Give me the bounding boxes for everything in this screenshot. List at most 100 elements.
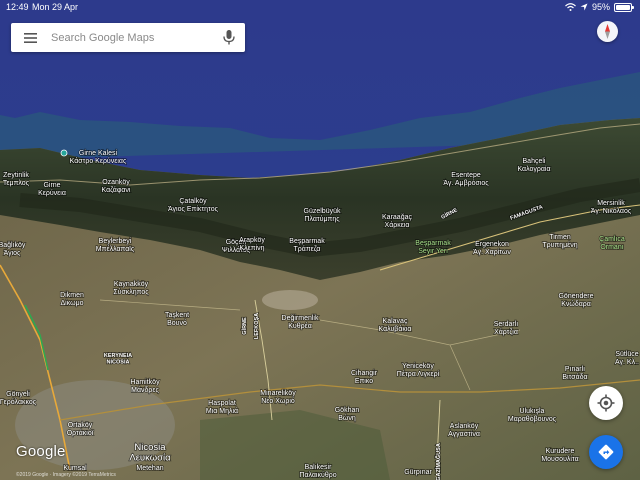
place-name-greek: Καλογραία <box>517 165 550 173</box>
place-label[interactable]: Güzelbüyük Πλατύμπης <box>303 207 342 224</box>
place-name: Haspolat <box>208 400 236 407</box>
place-name-greek: Κερύνεια <box>38 189 66 197</box>
place-label[interactable]: Beşparmak Τράπεζα <box>288 237 326 254</box>
place-name: KERYNEIA <box>104 353 132 359</box>
place-label[interactable]: Kumsal <box>63 464 88 473</box>
place-name: Zeytinlik <box>3 172 29 179</box>
place-label[interactable]: Aslanköy Αγγαστίνα <box>447 422 480 439</box>
place-name-greek: Αγγαστίνα <box>448 430 480 438</box>
place-name: Ergenekon <box>475 241 509 248</box>
place-label[interactable]: Gürpınar <box>403 468 433 477</box>
place-label[interactable]: Kurudere Μουσουλίτα <box>541 447 580 464</box>
place-name-greek: Βώνη <box>338 414 356 422</box>
place-name: Kumsal <box>63 465 87 472</box>
place-name-greek: Χάρτζια <box>494 328 518 336</box>
place-label[interactable]: Nicosia Λευκωσία <box>129 441 172 464</box>
battery-icon <box>614 2 634 12</box>
status-time: 12:49 <box>6 2 29 12</box>
place-label[interactable]: Beylerbeyi Μπέλλαπαϊς <box>95 237 136 254</box>
place-name: Beylerbeyi <box>99 238 132 245</box>
place-name: Kurudere <box>546 448 575 455</box>
google-logo: Google <box>16 443 66 460</box>
place-label[interactable]: Sütlüce Αγ. Κλ.. <box>614 350 640 367</box>
place-name-greek: Αγ. Κλ.. <box>615 359 639 366</box>
satellite-map[interactable]: Girne Kalesi Κάστρο Κερύνειας Zeytinlik Τεμ… <box>0 0 640 480</box>
place-name: Metehan <box>136 465 163 472</box>
place-name: Kalavaç <box>383 318 408 325</box>
place-label[interactable]: Gökhan Βώνη <box>334 406 360 423</box>
place-name-greek: Κυθρέα <box>288 322 312 330</box>
battery-percent: 95% <box>591 2 610 12</box>
place-label[interactable]: Minareliköy Νέο Χωριό <box>259 389 296 406</box>
map-copyright: ©2019 Google · Imagery ©2019 TerraMetric… <box>16 472 116 478</box>
search-bar[interactable] <box>11 23 245 52</box>
place-name: Balıkesir <box>305 464 333 471</box>
place-label[interactable]: LEFKOŞA <box>253 312 261 340</box>
place-name-greek: Μια Μηλιά <box>206 407 238 415</box>
place-name-greek: Λευκωσία <box>129 453 171 464</box>
place-name: Yeniceköy <box>402 363 434 370</box>
place-name-greek: Μουσουλίτα <box>541 455 578 463</box>
place-label[interactable]: Arapköy Κλεπίνη <box>238 236 266 253</box>
place-name: Beşparmak <box>289 238 325 245</box>
place-name-greek: Άγιος Επίκτητος <box>168 205 219 213</box>
place-label[interactable]: Hamitköy Μάνδρες <box>130 378 161 395</box>
place-name: Esentepe <box>451 172 481 179</box>
my-location-button[interactable] <box>589 386 623 420</box>
place-label[interactable]: Ozanköy Καζάφανι <box>101 178 132 195</box>
place-name: Nicosia <box>134 442 166 453</box>
poi-marker-icon[interactable] <box>60 149 68 157</box>
place-name: Aslanköy <box>450 423 479 430</box>
place-name: Gönendere <box>558 293 593 300</box>
place-name-greek: Μπέλλαπαϊς <box>96 245 135 253</box>
place-label[interactable]: Zeytinlik Τεμπλος <box>2 171 30 188</box>
place-label[interactable]: Kalavaç Καλυβάκια <box>378 317 413 334</box>
quarry <box>262 290 318 310</box>
place-label[interactable]: Serdarlı Χάρτζια <box>493 320 519 337</box>
place-name-greek: NICOSIA <box>107 360 130 366</box>
place-label[interactable]: Taşkent Βουνό <box>164 311 190 328</box>
place-name: Güzelbüyük <box>304 208 341 215</box>
place-name: Arapköy <box>239 237 265 244</box>
place-name: Gönyeli <box>6 391 30 398</box>
place-label[interactable]: Metehan <box>136 464 165 473</box>
microphone-icon[interactable] <box>221 29 237 46</box>
place-name: Cihangir <box>351 370 378 377</box>
compass-icon <box>605 24 610 39</box>
place-name: Ulukışla <box>520 408 545 415</box>
place-label[interactable]: Gönendere Κνώδαρα <box>558 292 595 309</box>
place-label[interactable]: Yeniceköy Πέτρα Λιγκερί <box>396 362 440 379</box>
place-name: GAZİMAĞUSA <box>434 443 442 480</box>
place-label[interactable]: GİRNE <box>240 316 249 335</box>
compass-button[interactable] <box>597 21 618 42</box>
place-label[interactable]: Karaağaç Χάρκεια <box>381 213 413 230</box>
search-input[interactable] <box>49 30 213 45</box>
place-name: Minareliköy <box>260 390 296 397</box>
place-name: Beşparmak <box>415 240 451 247</box>
place-name-greek: Ormanı <box>600 244 623 251</box>
place-label[interactable]: Ergenekon Άγ. Χαρίτων <box>472 240 512 257</box>
location-arrow-icon <box>580 3 588 11</box>
place-name-greek: Άγιος <box>4 250 21 257</box>
place-label[interactable]: KERYNEIA NICOSIA <box>103 352 133 366</box>
place-name-greek: Πλατύμπης <box>304 215 340 223</box>
place-label[interactable]: Ortaköy Ορτάκιοϊ <box>66 421 95 438</box>
place-label[interactable]: GAZİMAĞUSA <box>433 442 443 480</box>
place-label[interactable]: Balıkesir Παλαικύθρο <box>299 463 338 480</box>
place-name-greek: Άγ. Αμβρόσιος <box>443 179 489 187</box>
place-label[interactable]: Çamlıca Ormanı <box>598 235 625 252</box>
place-label[interactable]: Haspolat Μια Μηλιά <box>205 399 239 416</box>
place-name: Gürpınar <box>404 469 432 476</box>
place-label[interactable]: Beşparmak Seyir Yeri <box>414 239 452 256</box>
place-name: Gökhan <box>335 407 360 414</box>
place-name-greek: Παλαικύθρο <box>299 471 336 479</box>
place-name: Karaağaç <box>382 214 412 221</box>
place-name-greek: Seyir Yeri <box>418 248 448 255</box>
directions-button[interactable] <box>589 435 623 469</box>
menu-button[interactable] <box>11 23 49 52</box>
place-name-greek: Χάρκεια <box>385 221 410 229</box>
place-label[interactable]: Dikmen Δίκωμο <box>59 291 84 308</box>
place-label[interactable]: Kaynakköy Σύσκληπος <box>113 280 151 297</box>
place-label[interactable]: Pınarlı Βιτσάδα <box>562 365 589 382</box>
place-name-greek: Βουνό <box>167 319 187 327</box>
